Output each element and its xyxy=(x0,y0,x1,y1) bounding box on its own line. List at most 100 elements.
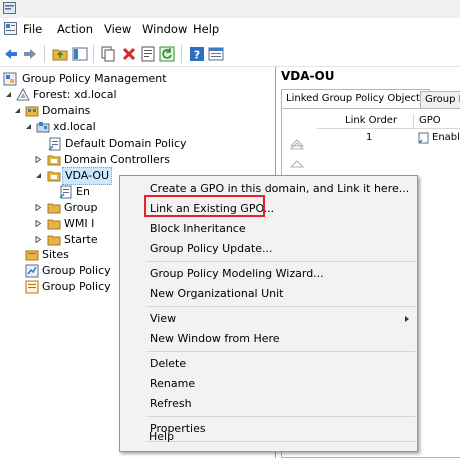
expand-arrow-icon[interactable] xyxy=(35,156,42,163)
collapse-arrow-icon[interactable] xyxy=(35,172,42,179)
menu-separator xyxy=(146,306,415,307)
toolbar: ? xyxy=(0,40,460,67)
move-up-icon[interactable] xyxy=(290,139,304,151)
tree-node-sites[interactable]: Sites xyxy=(25,247,115,263)
tree-node-wmi-filters[interactable]: WMI I xyxy=(35,216,120,232)
column-header-gpo[interactable]: GPO xyxy=(413,114,460,129)
domains-icon xyxy=(25,106,39,117)
svg-text:?: ? xyxy=(194,49,200,62)
expand-arrow-icon[interactable] xyxy=(35,220,42,227)
submenu-arrow-icon xyxy=(405,316,409,322)
tree-node-default-domain-policy[interactable]: Default Domain Policy xyxy=(48,136,248,152)
tree-label: xd.local xyxy=(53,120,96,133)
tree-label: Group xyxy=(64,201,98,214)
tree-node-gp-results[interactable]: Group Policy xyxy=(25,279,120,295)
move-up-icon[interactable] xyxy=(290,159,304,169)
delete-icon[interactable] xyxy=(121,46,137,62)
refresh-icon[interactable] xyxy=(159,46,175,62)
tree-label: En xyxy=(76,185,90,198)
domain-icon xyxy=(36,122,50,133)
export-list-icon[interactable] xyxy=(208,46,224,62)
row-link-order: 1 xyxy=(366,132,373,143)
folder-icon xyxy=(47,235,61,246)
tree-label: Sites xyxy=(42,248,69,261)
tree-label: Default Domain Policy xyxy=(65,137,187,150)
tree-node-gp-modeling[interactable]: Group Policy xyxy=(25,263,120,279)
tree-node-domain-controllers[interactable]: Domain Controllers xyxy=(35,152,235,168)
menu-item-block-inheritance[interactable]: Block Inheritance xyxy=(150,219,246,239)
folder-icon xyxy=(47,203,61,214)
collapse-arrow-icon[interactable] xyxy=(25,123,32,130)
show-hide-tree-icon[interactable] xyxy=(72,46,88,62)
tree-label: Group Policy xyxy=(42,264,111,277)
menu-item-new-window[interactable]: New Window from Here xyxy=(150,329,280,349)
row-gpo-name[interactable]: Enabl xyxy=(432,132,460,143)
sites-icon xyxy=(25,250,39,261)
console-icon[interactable] xyxy=(4,22,17,35)
modeling-icon xyxy=(25,264,39,278)
tab-linked-gpos[interactable]: Linked Group Policy Objects xyxy=(281,89,431,109)
menu-item-new-ou[interactable]: New Organizational Unit xyxy=(150,284,284,304)
folder-icon xyxy=(47,219,61,230)
tab-group-policy-inheritance[interactable]: Group Poli xyxy=(420,91,460,108)
app-icon xyxy=(3,2,16,14)
menu-window[interactable]: Window xyxy=(142,22,187,36)
menu-separator xyxy=(146,351,415,352)
window-titlebar xyxy=(0,0,460,18)
menu-file[interactable]: File xyxy=(23,22,42,36)
menu-view[interactable]: View xyxy=(104,22,131,36)
tree-node-domains[interactable]: Domains xyxy=(14,103,214,119)
results-icon xyxy=(25,280,39,294)
tree-label: Forest: xd.local xyxy=(33,88,117,101)
details-tabs: Linked Group Policy Objects Group Poli xyxy=(281,89,460,109)
tree-label: Group Policy Management xyxy=(22,72,167,85)
toolbar-separator xyxy=(181,45,182,63)
tree-label: VDA-OU xyxy=(62,167,113,185)
tree-label: Domain Controllers xyxy=(64,153,171,166)
menu-bar: File Action View Window Help xyxy=(0,18,460,40)
tree-label: Starte xyxy=(64,233,98,246)
tree-label: WMI I xyxy=(64,217,95,230)
forward-arrow-icon[interactable] xyxy=(22,46,38,62)
up-folder-icon[interactable] xyxy=(52,46,68,62)
menu-separator xyxy=(146,441,415,442)
tree-node-starter-gpos[interactable]: Starte xyxy=(35,232,120,248)
ou-folder-icon xyxy=(47,171,61,182)
menu-item-refresh[interactable]: Refresh xyxy=(150,394,192,414)
menu-item-gp-update[interactable]: Group Policy Update... xyxy=(150,239,272,259)
ou-folder-icon xyxy=(47,155,61,166)
back-arrow-icon[interactable] xyxy=(3,46,19,62)
menu-separator xyxy=(146,261,415,262)
tree-node-forest[interactable]: Forest: xd.local xyxy=(5,87,205,103)
toolbar-separator xyxy=(44,45,45,63)
tree-node-domain-xd-local[interactable]: xd.local xyxy=(25,119,225,135)
forest-icon xyxy=(16,88,30,101)
gpo-link-icon xyxy=(418,132,429,144)
menu-item-help[interactable]: Help xyxy=(149,427,174,447)
collapse-arrow-icon[interactable] xyxy=(5,91,12,98)
menu-help[interactable]: Help xyxy=(193,22,219,36)
properties-icon[interactable] xyxy=(140,46,156,62)
menu-separator xyxy=(146,416,415,417)
expand-arrow-icon[interactable] xyxy=(35,204,42,211)
copy-icon[interactable] xyxy=(100,46,116,62)
collapse-arrow-icon[interactable] xyxy=(14,107,21,114)
column-header-link-order[interactable]: Link Order xyxy=(317,114,413,129)
gpm-icon xyxy=(3,72,17,86)
menu-item-delete[interactable]: Delete xyxy=(150,354,186,374)
details-title: VDA-OU xyxy=(281,69,335,83)
help-icon[interactable]: ? xyxy=(189,46,205,62)
tree-node-group-policy-objects[interactable]: Group xyxy=(35,200,120,216)
menu-item-rename[interactable]: Rename xyxy=(150,374,195,394)
gpo-link-icon xyxy=(48,137,61,151)
menu-item-view[interactable]: View xyxy=(150,309,176,329)
expand-arrow-icon[interactable] xyxy=(35,236,42,243)
gpo-link-icon xyxy=(59,185,72,199)
tree-node-gpo-link[interactable]: En xyxy=(59,184,119,200)
annotation-highlight-box xyxy=(144,195,265,217)
tree-node-root[interactable]: Group Policy Management xyxy=(3,71,263,87)
menu-action[interactable]: Action xyxy=(57,22,93,36)
tree-label: Domains xyxy=(42,104,91,117)
menu-item-modeling-wizard[interactable]: Group Policy Modeling Wizard... xyxy=(150,264,324,284)
tree-label: Group Policy xyxy=(42,280,111,293)
